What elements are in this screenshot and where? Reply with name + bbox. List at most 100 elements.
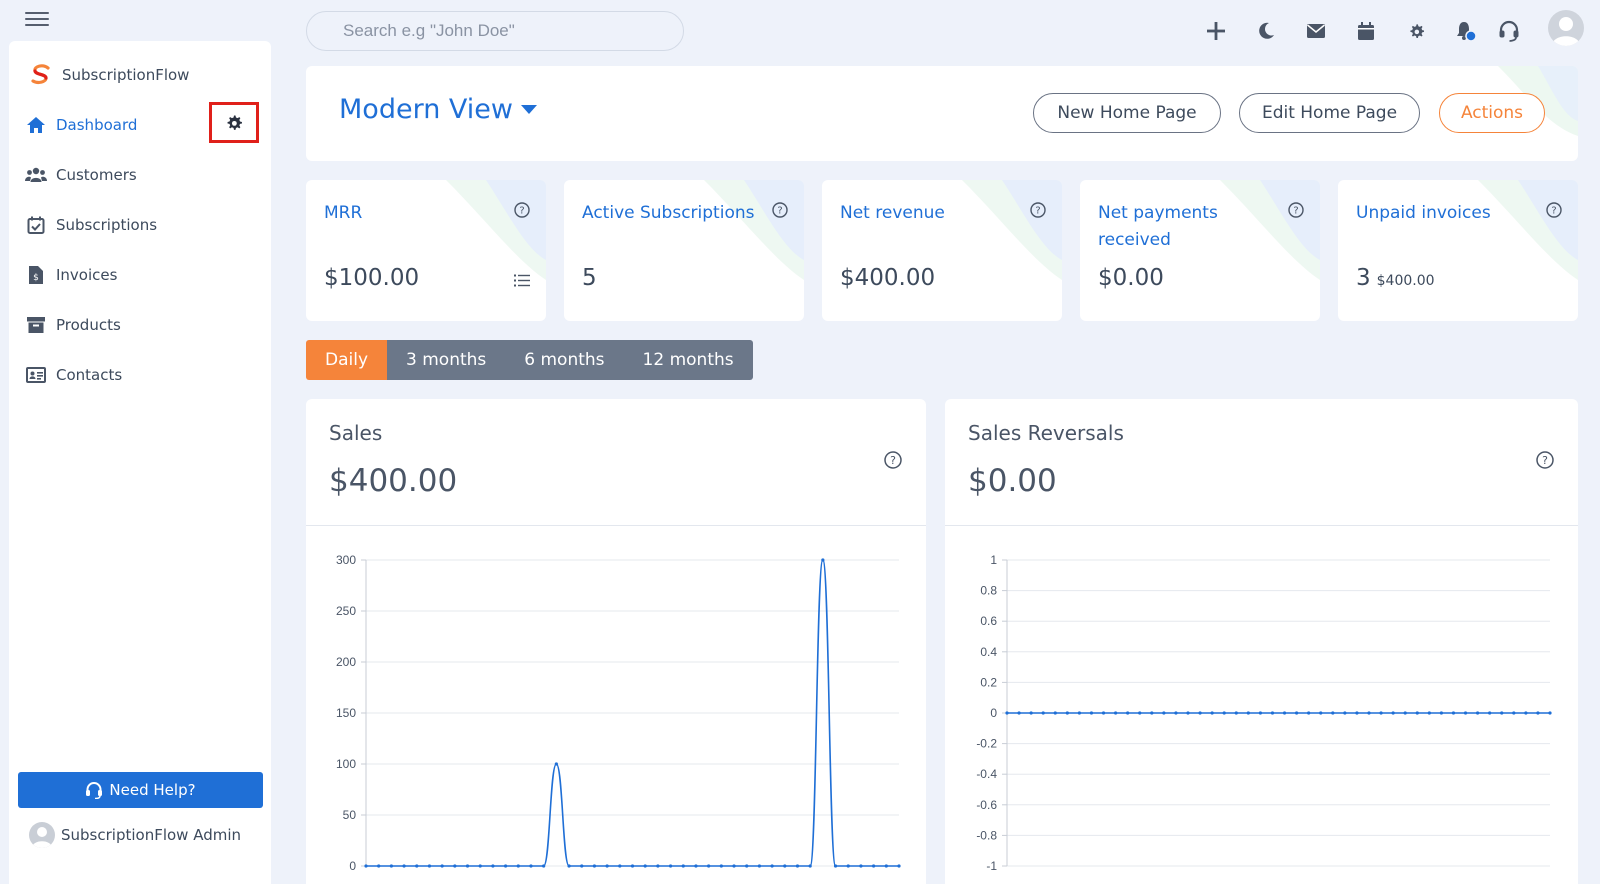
add-icon[interactable] [1202,17,1230,45]
sales-reversals-panel: Sales Reversals $0.00 ? -1 -0.8 -0.6 -0.4 -0… [945,399,1578,884]
data-point [795,864,800,868]
sidebar-item-invoices[interactable]: $ Invoices [25,263,117,287]
data-point [1101,711,1106,715]
data-point [1512,711,1516,715]
data-point [859,864,863,868]
data-point [668,864,673,868]
data-point [1282,711,1287,715]
data-point [719,864,723,868]
data-point [707,864,711,868]
menu-toggle-icon[interactable] [25,10,49,28]
actions-button[interactable]: Actions [1439,93,1545,133]
view-selector[interactable]: Modern View [339,94,537,125]
data-point [872,864,876,868]
data-point [1077,711,1081,715]
search-input[interactable]: Search e.g "John Doe" [306,11,684,51]
data-point [1331,711,1335,715]
data-point [694,864,698,868]
data-point [618,864,622,868]
sidebar-item-customers[interactable]: Customers [25,163,137,187]
list-icon[interactable] [514,274,530,287]
data-point [643,864,647,868]
sidebar-item-products[interactable]: Products [25,313,121,337]
settings-gear-icon[interactable] [1402,17,1430,45]
sidebar-item-dashboard[interactable]: Dashboard [25,113,137,137]
data-point [1053,711,1057,715]
data-point [1295,711,1299,715]
calendar-icon[interactable] [1352,17,1380,45]
y-tick-label: 0.4 [980,645,997,659]
y-tick-label: 100 [336,757,356,771]
kpi-value: 3 $400.00 [1356,265,1435,291]
dashboard-settings-button[interactable] [209,102,259,143]
data-point [1427,711,1431,715]
edit-home-page-button[interactable]: Edit Home Page [1239,93,1420,133]
user-profile[interactable]: SubscriptionFlow Admin [29,822,241,848]
data-point [516,864,520,868]
data-point [1343,711,1347,715]
sidebar-item-label: Contacts [56,366,123,384]
help-circle-icon[interactable]: ? [1030,202,1046,218]
data-point [745,864,749,868]
data-point [757,864,762,868]
range-3-months[interactable]: 3 months [387,340,506,380]
y-tick-label: -0.8 [976,828,997,842]
help-circle-icon[interactable]: ? [1536,451,1554,469]
data-point [1451,711,1456,715]
archive-icon [25,316,47,334]
support-headset-icon[interactable] [1495,17,1523,45]
y-tick-label: 150 [336,706,356,720]
data-point [1488,711,1492,715]
help-circle-icon[interactable]: ? [772,202,788,218]
help-circle-icon[interactable]: ? [514,202,530,218]
kpi-value: $400.00 [840,265,936,291]
data-point [1463,711,1468,715]
new-home-page-button[interactable]: New Home Page [1033,93,1221,133]
svg-text:?: ? [777,206,782,217]
need-help-button[interactable]: Need Help? [18,772,263,808]
sidebar-item-label: Customers [56,166,137,184]
data-point [1210,711,1214,715]
data-point [453,864,457,868]
sidebar: SubscriptionFlow Dashboard Customers Sub… [9,41,271,884]
data-point [465,864,470,868]
range-12-months[interactable]: 12 months [623,340,753,380]
data-point [592,864,597,868]
data-point [1126,711,1130,715]
brand[interactable]: SubscriptionFlow [29,63,189,87]
help-circle-icon[interactable]: ? [1546,202,1562,218]
subscriptionflow-logo-icon [31,64,50,85]
data-point [377,864,381,868]
kpi-card-active-subscriptions: Active Subscriptions ? 5 [564,180,804,321]
calendar-check-icon [25,216,47,234]
data-point [1005,711,1009,715]
data-point [402,864,406,868]
kpi-card-net-payments-received: Net payments received ? $0.00 [1080,180,1320,321]
data-point [833,864,838,868]
sidebar-item-subscriptions[interactable]: Subscriptions [25,213,157,237]
users-icon [25,166,47,184]
data-point [1029,711,1033,715]
data-point [440,864,444,868]
dark-mode-icon[interactable] [1252,17,1280,45]
help-circle-icon[interactable]: ? [884,451,902,469]
data-point [1536,711,1540,715]
range-6-months[interactable]: 6 months [505,340,624,380]
svg-text:?: ? [519,206,524,217]
kpi-value-amount: $400.00 [1376,273,1435,289]
y-tick-label: 250 [336,604,356,618]
notifications-bell-icon[interactable] [1452,17,1480,45]
help-circle-icon[interactable]: ? [1288,202,1304,218]
range-daily[interactable]: Daily [306,340,388,380]
sidebar-item-label: Dashboard [56,116,138,134]
invoice-icon: $ [25,266,47,284]
sidebar-item-contacts[interactable]: Contacts [25,363,122,387]
user-avatar[interactable] [1548,10,1584,46]
date-range-selector: Daily 3 months 6 months 12 months [306,340,753,380]
dashboard-header: Modern View New Home Page Edit Home Page… [306,66,1578,161]
sales-panel: Sales $400.00 ? 0 50 100 150 200 250 300 [306,399,926,884]
data-point [630,864,635,868]
mail-icon[interactable] [1302,17,1330,45]
data-point [732,864,736,868]
data-point [897,864,901,868]
